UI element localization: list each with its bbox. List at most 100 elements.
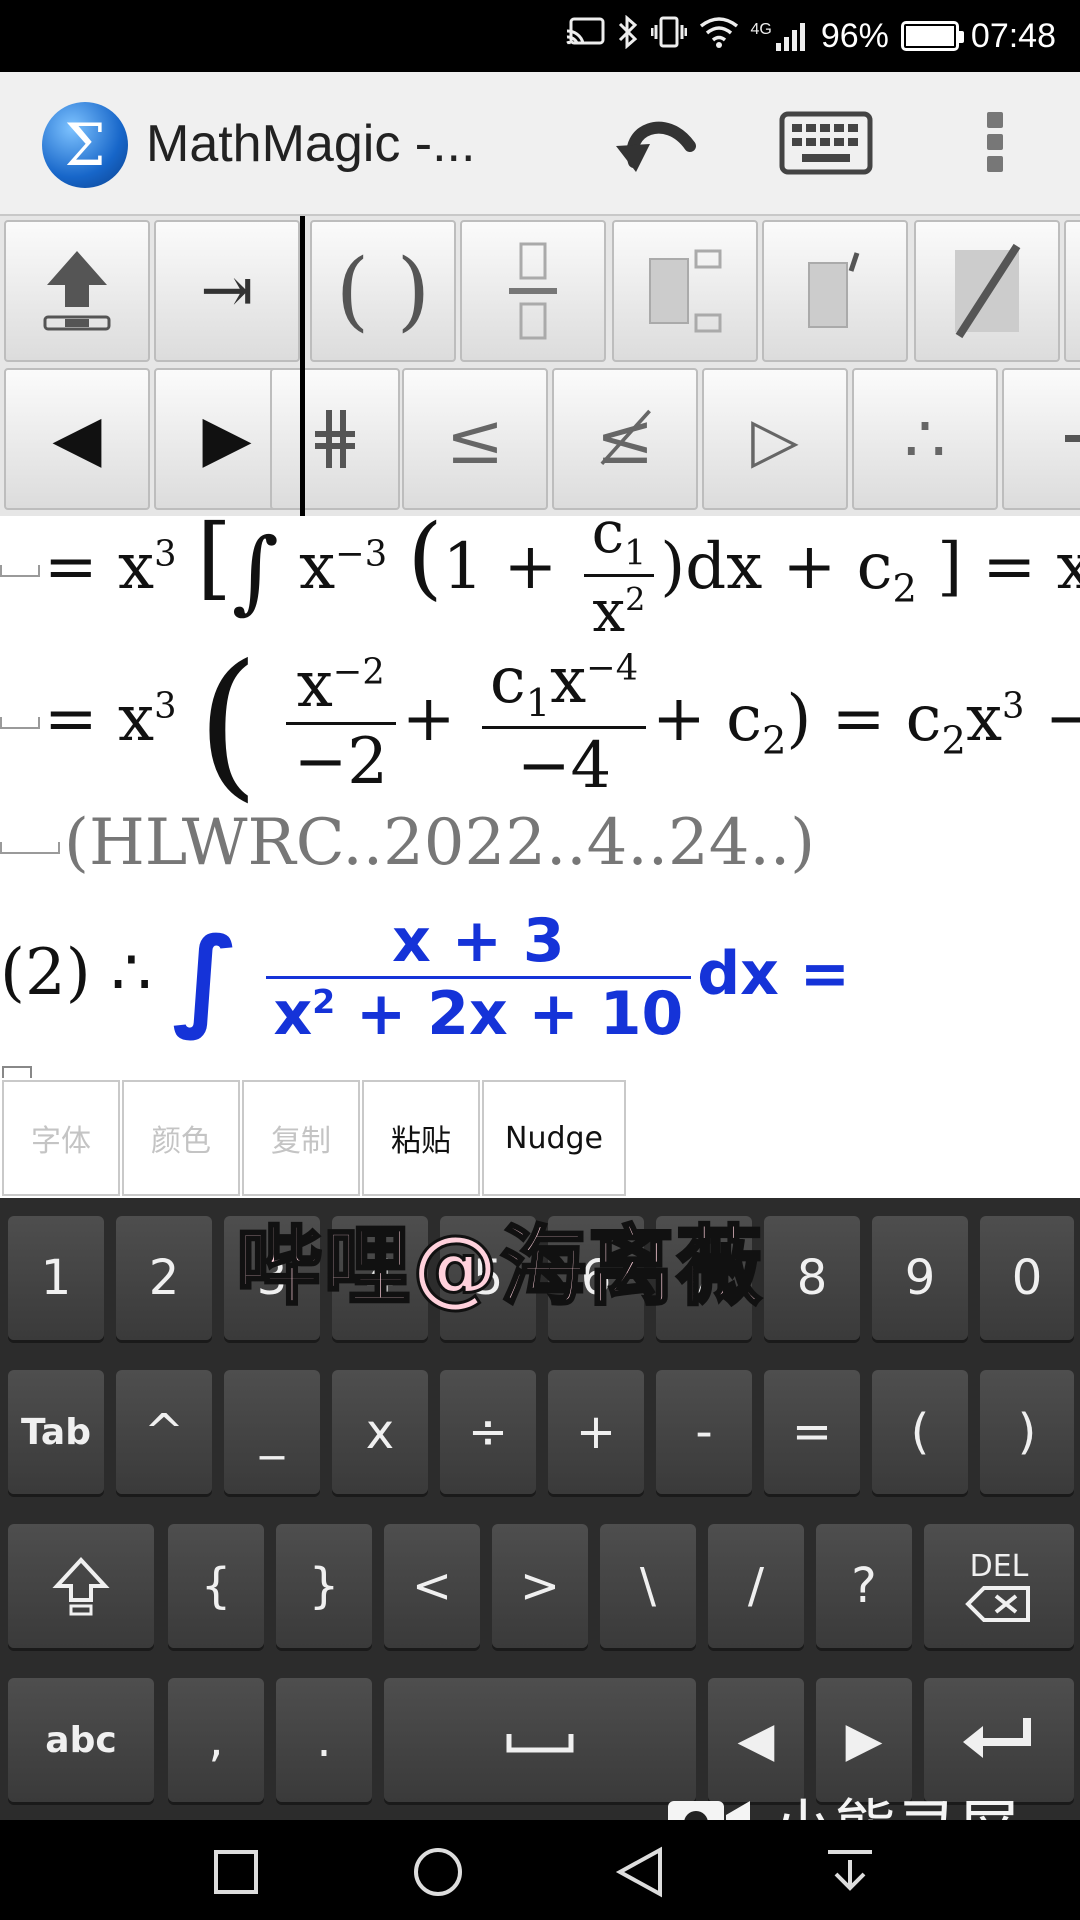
problem-den-x: x xyxy=(273,979,313,1049)
key-tab[interactable]: Tab xyxy=(8,1370,104,1494)
line1-integral: ∫ xyxy=(231,518,279,624)
hide-keyboard-icon[interactable] xyxy=(820,1846,880,1898)
line1-dx-plus: )dx + c xyxy=(660,529,893,604)
key-minus[interactable]: - xyxy=(656,1370,752,1494)
not-parallel-icon[interactable] xyxy=(270,368,400,510)
delete-label: DEL xyxy=(969,1548,1029,1584)
line1-x2: x xyxy=(592,576,626,645)
key-backslash[interactable]: \ xyxy=(600,1524,696,1648)
battery-icon xyxy=(900,21,964,51)
key-caret[interactable]: ^ xyxy=(116,1370,212,1494)
key-equals[interactable]: = xyxy=(764,1370,860,1494)
key-slash[interactable]: / xyxy=(708,1524,804,1648)
comment-line[interactable]: (HLWRC..2022..4..24..) xyxy=(0,806,815,880)
line2-num2-sub: 1 xyxy=(525,680,551,726)
bilibili-watermark: 哔哩@海离薇 xyxy=(235,1216,764,1319)
key-period[interactable]: . xyxy=(276,1678,372,1802)
vibrate-icon xyxy=(650,15,687,57)
key-times[interactable]: x xyxy=(332,1370,428,1494)
division-icon[interactable] xyxy=(1002,368,1080,510)
back-icon[interactable] xyxy=(612,1846,672,1898)
equation-document[interactable]: = x3 [∫ x−3 (1 + c1 x2 )dx + c2 ] = x3 =… xyxy=(0,516,1080,1076)
key-9[interactable]: 9 xyxy=(872,1216,968,1340)
prime-icon[interactable] xyxy=(762,220,908,362)
copy-button[interactable]: 复制 xyxy=(242,1080,360,1196)
parentheses-template-icon[interactable]: ( ) xyxy=(310,220,456,362)
signal-icon: 4G xyxy=(751,21,809,51)
key-0[interactable]: 0 xyxy=(980,1216,1074,1340)
status-bar: 4G 96% 07:48 xyxy=(0,0,1080,72)
color-button[interactable]: 颜色 xyxy=(122,1080,240,1196)
equation-line-2[interactable]: = x3 ( x−2 −2 + c1x−4 −4 + c2) = c2x3 − xyxy=(0,643,1080,803)
palette-overflow-key[interactable] xyxy=(1064,220,1080,362)
not-less-equal-glyph: ≰ xyxy=(595,398,655,480)
subscript-superscript-icon[interactable] xyxy=(612,220,758,362)
keyboard-icon[interactable] xyxy=(778,108,874,180)
right-arrow-glyph: ▶ xyxy=(202,402,252,476)
font-button[interactable]: 字体 xyxy=(2,1080,120,1196)
line2-fraction-2: c1x−4 −4 xyxy=(481,644,647,803)
equation-line-1[interactable]: = x3 [∫ x−3 (1 + c1 x2 )dx + c2 ] = x3 xyxy=(0,516,1080,645)
line1-c1: c xyxy=(591,516,625,566)
line1-tail: ] = x xyxy=(937,529,1080,604)
shift-icon[interactable] xyxy=(8,1524,154,1648)
key-question[interactable]: ? xyxy=(816,1524,912,1648)
backspace-icon xyxy=(965,1585,1030,1622)
line2-num2-c: c xyxy=(489,644,526,718)
less-equal-glyph: ≤ xyxy=(445,398,505,480)
left-arrow-icon[interactable]: ◀ xyxy=(4,368,150,510)
key-close-brace[interactable]: } xyxy=(276,1524,372,1648)
indent-mark xyxy=(0,717,40,730)
line1-paren-open: ( xyxy=(407,516,443,610)
key-greater-than[interactable]: > xyxy=(492,1524,588,1648)
problem-den-rest: + 2x + 10 xyxy=(335,979,684,1049)
problem-dx-eq: dx = xyxy=(697,939,851,1009)
problem-therefore: ∴ xyxy=(111,936,152,1010)
paste-button[interactable]: 粘贴 xyxy=(362,1080,480,1196)
line2-sup3: 3 xyxy=(154,685,177,727)
nudge-button[interactable]: Nudge xyxy=(482,1080,626,1196)
problem-den-sup: 2 xyxy=(312,982,336,1021)
key-less-than[interactable]: < xyxy=(384,1524,480,1648)
undo-icon[interactable] xyxy=(610,102,710,188)
line2-rhs-sup: 3 xyxy=(1002,685,1025,727)
key-plus[interactable]: + xyxy=(548,1370,644,1494)
key-open-paren[interactable]: ( xyxy=(872,1370,968,1494)
tab-arrow-icon[interactable]: ⇥ xyxy=(154,220,300,362)
app-logo-icon[interactable]: Σ xyxy=(42,102,128,188)
battery-percent: 96% xyxy=(820,16,889,55)
delete-key[interactable]: DEL xyxy=(924,1524,1074,1648)
triangle-right-icon[interactable]: ▷ xyxy=(702,368,848,510)
key-1[interactable]: 1 xyxy=(8,1216,104,1340)
shift-up-icon[interactable] xyxy=(4,220,150,362)
key-2[interactable]: 2 xyxy=(116,1216,212,1340)
key-abc[interactable]: abc xyxy=(8,1678,154,1802)
therefore-icon[interactable]: ∴ xyxy=(852,368,998,510)
indent-mark xyxy=(0,841,60,854)
line2-num1-sup: −2 xyxy=(332,651,385,693)
not-less-equal-icon[interactable]: ≰ xyxy=(552,368,698,510)
therefore-glyph: ∴ xyxy=(904,400,946,478)
line2-rhs-tail: − xyxy=(1044,681,1080,756)
slash-icon[interactable] xyxy=(914,220,1060,362)
key-comma[interactable]: , xyxy=(168,1678,264,1802)
key-8[interactable]: 8 xyxy=(764,1216,860,1340)
key-divide[interactable]: ÷ xyxy=(440,1370,536,1494)
line2-rhs-x: x xyxy=(965,681,1003,756)
less-equal-icon[interactable]: ≤ xyxy=(402,368,548,510)
problem-line[interactable]: (2) ∴ ∫ x + 3 x2 + 2x + 10 dx = xyxy=(0,906,850,1049)
problem-numerator: x + 3 xyxy=(392,906,565,976)
key-space[interactable] xyxy=(384,1678,696,1802)
edit-toolbar: 字体 颜色 复制 粘贴 Nudge xyxy=(0,1066,1080,1198)
home-icon[interactable] xyxy=(408,1846,468,1898)
line1-x: x xyxy=(299,529,336,604)
line1-eq: = x xyxy=(44,529,155,604)
recents-icon[interactable] xyxy=(206,1846,266,1898)
key-underscore[interactable]: _ xyxy=(224,1370,320,1494)
overflow-menu-icon[interactable] xyxy=(980,108,1010,184)
key-close-paren[interactable]: ) xyxy=(980,1370,1074,1494)
fraction-template-icon[interactable] xyxy=(460,220,606,362)
key-open-brace[interactable]: { xyxy=(168,1524,264,1648)
line1-fraction: c1 x2 xyxy=(583,516,655,645)
network-label: 4G xyxy=(750,21,772,38)
